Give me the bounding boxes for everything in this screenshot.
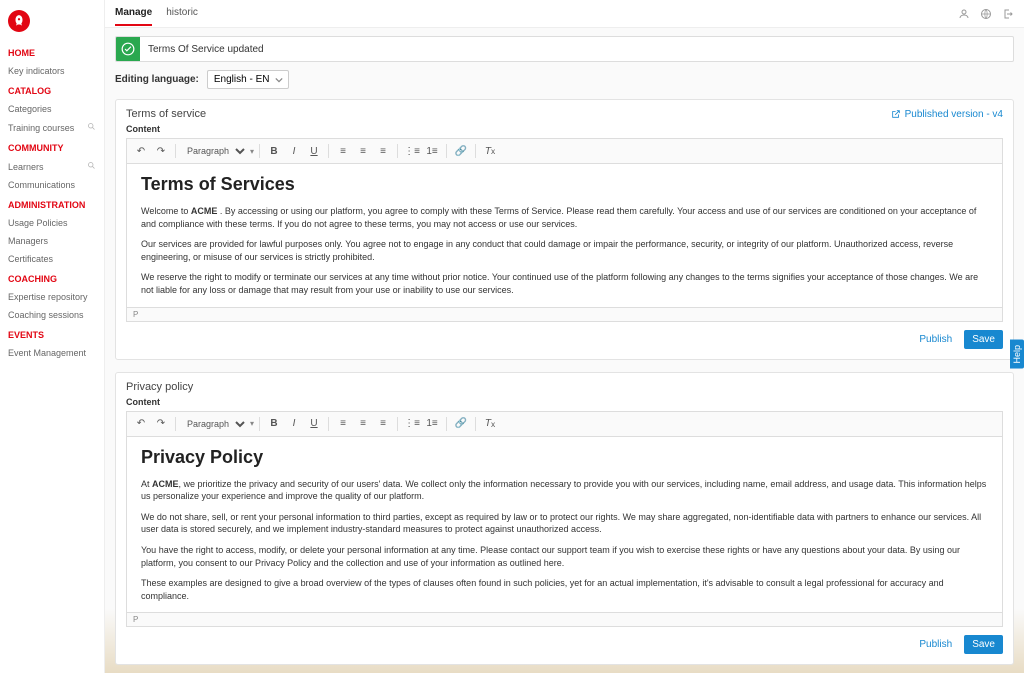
alert-success: Terms Of Service updated	[115, 36, 1014, 62]
tos-published-link[interactable]: Published version - v4	[891, 109, 1003, 120]
content-label: Content	[126, 397, 1003, 407]
pp-heading: Privacy Policy	[141, 447, 988, 468]
sidebar-item-label: Key indicators	[8, 66, 65, 76]
sidebar-item[interactable]: Managers	[0, 232, 104, 250]
tab-historic[interactable]: historic	[166, 1, 198, 26]
tab-manage[interactable]: Manage	[115, 1, 152, 26]
sidebar-item[interactable]: Usage Policies	[0, 214, 104, 232]
sidebar-item-label: Expertise repository	[8, 292, 88, 302]
bullet-list-button[interactable]: ⋮≡	[403, 142, 421, 160]
content-area: Terms Of Service updated Editing languag…	[105, 28, 1024, 673]
sidebar-item[interactable]: Categories	[0, 100, 104, 118]
logo[interactable]	[8, 10, 30, 32]
number-list-button[interactable]: 1≡	[423, 142, 441, 160]
redo-button[interactable]: ↷	[152, 142, 170, 160]
format-select[interactable]: Paragraph	[181, 418, 248, 430]
language-select[interactable]: English - EN	[207, 70, 289, 89]
pp-card: Privacy policy Content ↶ ↷ Paragraph ▾ B…	[115, 372, 1014, 666]
link-button[interactable]: 🔗	[452, 142, 470, 160]
clear-format-button[interactable]: Tx	[481, 142, 499, 160]
italic-button[interactable]: I	[285, 415, 303, 433]
sidebar-item[interactable]: Certificates	[0, 250, 104, 268]
tos-card: Terms of service Published version - v4 …	[115, 99, 1014, 360]
sidebar-item-label: Categories	[8, 104, 52, 114]
sidebar-section-title[interactable]: ADMINISTRATION	[0, 194, 104, 214]
sidebar-item-label: Training courses	[8, 123, 74, 133]
clear-format-button[interactable]: Tx	[481, 415, 499, 433]
bullet-list-button[interactable]: ⋮≡	[403, 415, 421, 433]
tabs: Manage historic	[115, 1, 198, 26]
rocket-icon	[12, 14, 26, 28]
sidebar-section-title[interactable]: HOME	[0, 42, 104, 62]
external-link-icon	[891, 109, 901, 119]
align-center-button[interactable]: ≡	[354, 142, 372, 160]
tos-heading: Terms of Services	[141, 174, 988, 195]
globe-icon[interactable]	[980, 8, 992, 20]
align-right-button[interactable]: ≡	[374, 142, 392, 160]
topbar: Manage historic	[105, 0, 1024, 28]
pp-path: P	[126, 613, 1003, 627]
underline-button[interactable]: U	[305, 415, 323, 433]
tos-toolbar: ↶ ↷ Paragraph ▾ B I U ≡ ≡ ≡ ⋮≡ 1≡	[126, 138, 1003, 163]
logout-icon[interactable]	[1002, 8, 1014, 20]
alert-text: Terms Of Service updated	[140, 44, 272, 55]
pp-publish-button[interactable]: Publish	[913, 635, 958, 654]
pp-save-button[interactable]: Save	[964, 635, 1003, 654]
align-right-button[interactable]: ≡	[374, 415, 392, 433]
sidebar-section-title[interactable]: COACHING	[0, 268, 104, 288]
tos-publish-button[interactable]: Publish	[913, 330, 958, 349]
redo-button[interactable]: ↷	[152, 415, 170, 433]
tos-title: Terms of service	[126, 108, 206, 120]
search-icon[interactable]	[87, 122, 96, 133]
sidebar-item-label: Communications	[8, 180, 75, 190]
sidebar-item-label: Certificates	[8, 254, 53, 264]
bold-button[interactable]: B	[265, 415, 283, 433]
sidebar-item-label: Event Management	[8, 348, 86, 358]
sidebar-item-label: Managers	[8, 236, 48, 246]
tos-save-button[interactable]: Save	[964, 330, 1003, 349]
pp-editor[interactable]: Privacy Policy At ACME, we prioritize th…	[126, 436, 1003, 614]
sidebar-item[interactable]: Key indicators	[0, 62, 104, 80]
undo-button[interactable]: ↶	[132, 415, 150, 433]
align-left-button[interactable]: ≡	[334, 142, 352, 160]
user-icon[interactable]	[958, 8, 970, 20]
sidebar-section-title[interactable]: COMMUNITY	[0, 137, 104, 157]
check-circle-icon	[116, 37, 140, 61]
sidebar-item[interactable]: Learners	[0, 157, 104, 176]
undo-button[interactable]: ↶	[132, 142, 150, 160]
sidebar-item[interactable]: Training courses	[0, 118, 104, 137]
sidebar-section-title[interactable]: CATALOG	[0, 80, 104, 100]
format-select[interactable]: Paragraph	[181, 145, 248, 157]
sidebar-item[interactable]: Event Management	[0, 344, 104, 362]
number-list-button[interactable]: 1≡	[423, 415, 441, 433]
sidebar-item-label: Coaching sessions	[8, 310, 84, 320]
sidebar-item-label: Usage Policies	[8, 218, 68, 228]
italic-button[interactable]: I	[285, 142, 303, 160]
sidebar-item[interactable]: Coaching sessions	[0, 306, 104, 324]
sidebar-item[interactable]: Expertise repository	[0, 288, 104, 306]
underline-button[interactable]: U	[305, 142, 323, 160]
sidebar: HOME Key indicators CATALOG Categories Train…	[0, 0, 105, 673]
search-icon[interactable]	[87, 161, 96, 172]
help-tab[interactable]: Help	[1010, 340, 1024, 369]
align-center-button[interactable]: ≡	[354, 415, 372, 433]
tos-editor[interactable]: Terms of Services Welcome to ACME . By a…	[126, 163, 1003, 308]
align-left-button[interactable]: ≡	[334, 415, 352, 433]
pp-toolbar: ↶ ↷ Paragraph ▾ B I U ≡ ≡ ≡ ⋮≡ 1≡	[126, 411, 1003, 436]
tos-path: P	[126, 308, 1003, 322]
content-label: Content	[126, 124, 1003, 134]
link-button[interactable]: 🔗	[452, 415, 470, 433]
language-row: Editing language: English - EN	[115, 70, 1014, 89]
pp-title: Privacy policy	[126, 381, 193, 393]
sidebar-item-label: Learners	[8, 162, 44, 172]
language-label: Editing language:	[115, 74, 199, 85]
sidebar-item[interactable]: Communications	[0, 176, 104, 194]
sidebar-section-title[interactable]: EVENTS	[0, 324, 104, 344]
bold-button[interactable]: B	[265, 142, 283, 160]
